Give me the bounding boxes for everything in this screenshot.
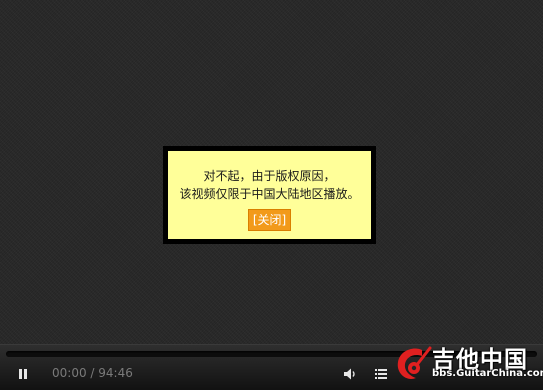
notice-message-line-1: 对不起，由于版权原因， bbox=[203, 169, 336, 183]
list-icon bbox=[375, 369, 387, 379]
guitar-logo-icon bbox=[397, 346, 432, 379]
dialog-body: 对不起，由于版权原因， 该视频仅限于中国大陆地区播放。 [关闭] bbox=[168, 151, 371, 239]
video-player: 对不起，由于版权原因， 该视频仅限于中国大陆地区播放。 [关闭] 00:00 /… bbox=[0, 0, 543, 390]
notice-message-line-2: 该视频仅限于中国大陆地区播放。 bbox=[179, 187, 360, 201]
playlist-button[interactable] bbox=[374, 366, 388, 380]
speaker-icon bbox=[344, 368, 355, 380]
pause-button[interactable] bbox=[12, 365, 34, 383]
time-display: 00:00 / 94:46 bbox=[52, 366, 133, 380]
site-watermark: 吉他中国 bbs.GuitarChina.com bbox=[392, 338, 543, 390]
pause-icon bbox=[19, 369, 27, 379]
region-restriction-dialog: 对不起，由于版权原因， 该视频仅限于中国大陆地区播放。 [关闭] bbox=[163, 146, 376, 244]
watermark-url: bbs.GuitarChina.com bbox=[432, 368, 543, 379]
volume-button[interactable] bbox=[342, 366, 358, 382]
close-button[interactable]: [关闭] bbox=[247, 209, 292, 231]
